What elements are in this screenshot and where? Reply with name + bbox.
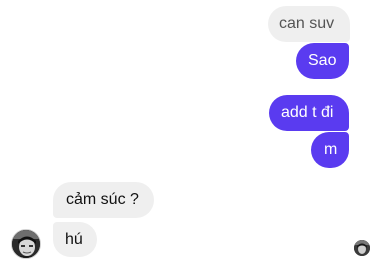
message-text: m	[324, 141, 338, 158]
message-bubble-incoming[interactable]: cảm súc ?	[53, 182, 154, 218]
read-receipt-image	[354, 240, 370, 256]
message-text: cảm súc ?	[66, 191, 139, 208]
message-bubble-outgoing[interactable]: m	[311, 132, 349, 168]
contact-avatar[interactable]	[11, 229, 41, 259]
message-bubble-incoming[interactable]: hú	[53, 222, 97, 257]
message-bubble-outgoing[interactable]: add t đi	[269, 95, 349, 131]
avatar-image	[12, 230, 40, 258]
message-bubble-outgoing[interactable]: can suv	[268, 6, 350, 42]
message-text: add t đi	[281, 104, 334, 121]
message-text: Sao	[308, 52, 337, 69]
read-receipt-avatar	[354, 240, 370, 256]
message-text: hú	[65, 231, 83, 248]
message-bubble-outgoing[interactable]: Sao	[296, 43, 349, 79]
message-text: can suv	[279, 15, 335, 32]
